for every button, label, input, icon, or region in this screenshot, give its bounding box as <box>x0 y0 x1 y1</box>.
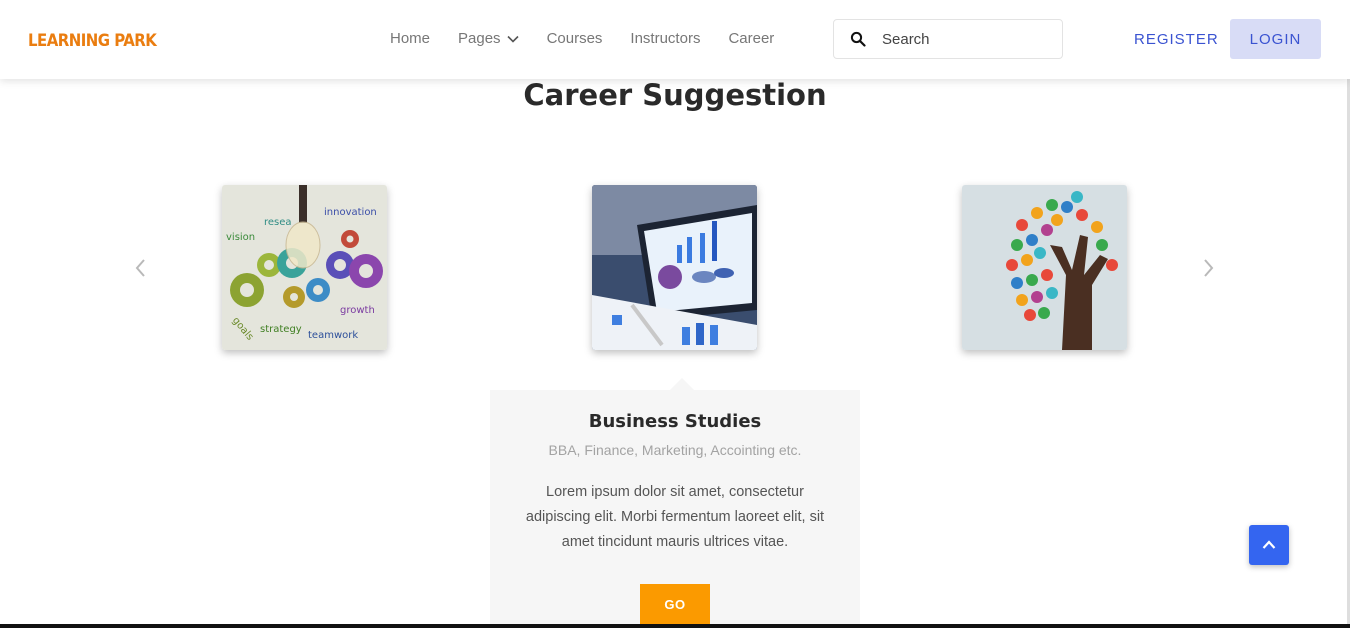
nav-home-label: Home <box>390 30 431 47</box>
svg-text:growth: growth <box>340 305 375 316</box>
scroll-to-top-button[interactable] <box>1249 525 1289 565</box>
main-nav: Home Pages Courses Instructors Career <box>390 30 802 47</box>
card-image-innovation[interactable]: vision resea innovation strategy teamwor… <box>222 185 387 350</box>
search-icon[interactable] <box>850 31 866 47</box>
search-input[interactable] <box>882 30 1042 48</box>
svg-text:vision: vision <box>226 232 255 243</box>
card-image-business-studies[interactable] <box>592 185 757 350</box>
svg-text:teamwork: teamwork <box>308 330 358 341</box>
career-description: Lorem ipsum dolor sit amet, consectetur … <box>525 484 825 550</box>
career-info-box: Business Studies BBA, Finance, Marketing… <box>490 390 860 628</box>
section-title: Career Suggestion <box>523 78 827 112</box>
login-button[interactable]: LOGIN <box>1230 19 1321 59</box>
info-pointer <box>670 378 694 390</box>
search-box <box>833 19 1063 59</box>
go-button[interactable]: GO <box>640 584 710 624</box>
nav-instructors-label: Instructors <box>630 30 701 47</box>
chevron-down-icon <box>506 35 519 43</box>
svg-text:strategy: strategy <box>260 324 302 335</box>
site-logo[interactable]: LEARNING PARK <box>28 31 157 51</box>
career-title: Business Studies <box>588 411 762 432</box>
page-bottom-bar <box>0 624 1350 628</box>
register-link[interactable]: REGISTER <box>1134 31 1219 48</box>
career-subtitle: BBA, Finance, Marketing, Accointing etc. <box>548 442 802 458</box>
nav-pages[interactable]: Pages <box>458 30 519 47</box>
arrow-up-icon <box>1262 540 1276 549</box>
chevron-left-icon[interactable] <box>133 258 147 278</box>
site-header: LEARNING PARK Home Pages Courses Instruc… <box>0 0 1350 79</box>
card-image-social[interactable] <box>962 185 1127 350</box>
nav-courses-label: Courses <box>546 30 603 47</box>
nav-instructors[interactable]: Instructors <box>630 30 700 47</box>
nav-career-label: Career <box>728 30 775 47</box>
svg-text:resea: resea <box>264 217 292 228</box>
svg-text:innovation: innovation <box>324 207 377 218</box>
business-charts-image <box>592 185 757 350</box>
gears-lightbulb-image: vision resea innovation strategy teamwor… <box>222 185 387 350</box>
chevron-right-icon[interactable] <box>1202 258 1216 278</box>
nav-career[interactable]: Career <box>728 30 774 47</box>
colorful-hands-tree-image <box>962 185 1127 350</box>
nav-pages-label: Pages <box>458 30 501 47</box>
nav-courses[interactable]: Courses <box>547 30 603 47</box>
nav-home[interactable]: Home <box>390 30 430 47</box>
